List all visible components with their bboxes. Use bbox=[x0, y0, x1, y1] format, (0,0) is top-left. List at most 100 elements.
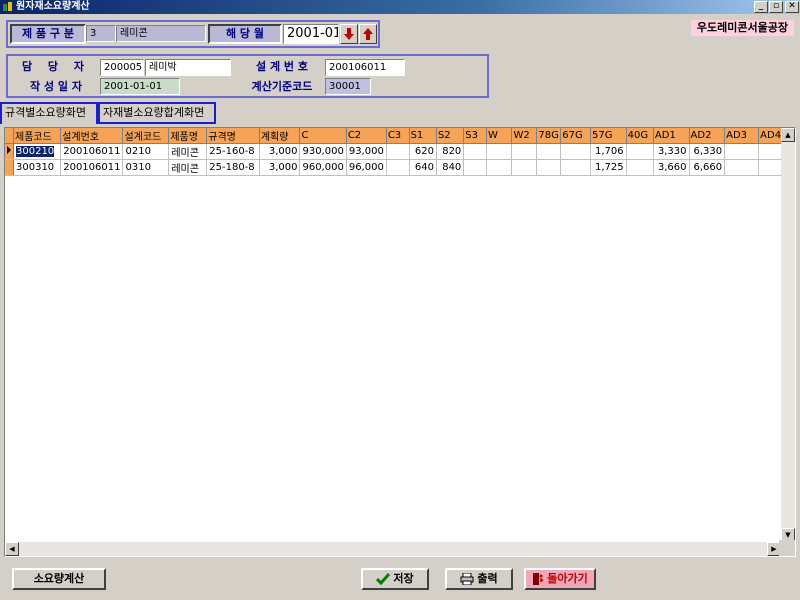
restore-button[interactable]: ▫ bbox=[769, 1, 783, 13]
row-indicator[interactable] bbox=[5, 159, 14, 176]
scroll-corner bbox=[779, 540, 795, 556]
table-cell[interactable]: 200106011 bbox=[60, 159, 124, 176]
table-row[interactable]: 300310 200106011 0310 레미콘 25-180-8 3,000 960,0… bbox=[5, 159, 795, 176]
save-button-label: 저장 bbox=[393, 572, 414, 585]
tab-spec-requirement[interactable]: 규격별소요량화면 bbox=[0, 102, 98, 124]
row-indicator-header bbox=[5, 128, 14, 144]
table-cell[interactable]: 640 bbox=[409, 159, 437, 176]
table-cell[interactable] bbox=[724, 143, 760, 160]
column-header[interactable]: 제품코드 bbox=[13, 128, 62, 144]
table-cell[interactable] bbox=[626, 159, 654, 176]
data-grid[interactable]: 제품코드 설계번호 설계코드 제품명 규격명 계획량 C C2 C3 S1 S2 S3 W W2 78G 67… bbox=[4, 127, 796, 557]
table-cell[interactable]: 25-160-8 bbox=[206, 143, 260, 160]
table-cell[interactable]: 25-180-8 bbox=[206, 159, 260, 176]
table-cell[interactable] bbox=[386, 143, 410, 160]
table-cell[interactable] bbox=[463, 159, 487, 176]
scroll-left-icon[interactable]: ◀ bbox=[5, 542, 19, 556]
vertical-scrollbar[interactable]: ▲ ▼ bbox=[781, 128, 795, 542]
column-header[interactable]: 설계번호 bbox=[60, 128, 124, 144]
table-cell[interactable]: 0310 bbox=[122, 159, 170, 176]
window-title: 원자재소요량계산 bbox=[16, 1, 90, 12]
table-cell[interactable]: 1,706 bbox=[590, 143, 627, 160]
table-cell[interactable]: 93,000 bbox=[346, 143, 387, 160]
column-header[interactable]: 78G bbox=[536, 128, 562, 144]
column-header[interactable]: W2 bbox=[511, 128, 538, 144]
column-header[interactable]: 계획량 bbox=[259, 128, 301, 144]
column-header[interactable]: AD3 bbox=[724, 128, 760, 144]
current-row-indicator-icon[interactable] bbox=[5, 143, 14, 160]
grid-table: 제품코드 설계번호 설계코드 제품명 규격명 계획량 C C2 C3 S1 S2 S3 W W2 78G 67… bbox=[5, 128, 795, 176]
table-cell[interactable]: 6,660 bbox=[689, 159, 726, 176]
table-cell[interactable]: 300310 bbox=[13, 159, 62, 176]
minimize-button[interactable]: _ bbox=[754, 1, 768, 13]
save-button[interactable]: 저장 bbox=[361, 568, 429, 590]
month-field[interactable]: 2001-01 bbox=[283, 24, 339, 44]
tab-material-total[interactable]: 자재별소요량합계화면 bbox=[98, 102, 216, 124]
horizontal-scrollbar[interactable]: ◀ ▶ bbox=[5, 542, 781, 556]
table-cell[interactable]: 0210 bbox=[122, 143, 170, 160]
table-cell[interactable]: 840 bbox=[436, 159, 465, 176]
table-row[interactable]: 300210 200106011 0210 레미콘 25-160-8 3,000 930,0… bbox=[5, 143, 795, 160]
table-cell[interactable]: 200106011 bbox=[60, 143, 124, 160]
date-field[interactable]: 2001-01-01 bbox=[100, 78, 180, 95]
column-header[interactable]: 설계코드 bbox=[122, 128, 170, 144]
table-cell[interactable] bbox=[511, 159, 538, 176]
column-header[interactable]: C2 bbox=[346, 128, 387, 144]
table-cell[interactable] bbox=[536, 159, 562, 176]
column-header[interactable]: 규격명 bbox=[206, 128, 260, 144]
table-cell[interactable] bbox=[536, 143, 562, 160]
table-cell[interactable] bbox=[486, 159, 513, 176]
product-type-name-field[interactable]: 레미콘 bbox=[116, 25, 206, 42]
table-cell[interactable]: 3,330 bbox=[653, 143, 690, 160]
column-header[interactable]: C bbox=[299, 128, 347, 144]
table-cell[interactable]: 3,000 bbox=[259, 159, 301, 176]
column-header[interactable]: 67G bbox=[560, 128, 592, 144]
column-header[interactable]: S2 bbox=[436, 128, 465, 144]
manager-name-field[interactable]: 레미박 bbox=[145, 59, 231, 76]
product-type-code-field[interactable]: 3 bbox=[86, 25, 116, 42]
column-header[interactable]: S1 bbox=[409, 128, 437, 144]
manager-code-field[interactable]: 200005 bbox=[100, 59, 144, 76]
table-cell[interactable]: 930,000 bbox=[299, 143, 347, 160]
column-header[interactable]: AD2 bbox=[689, 128, 726, 144]
table-cell[interactable] bbox=[463, 143, 487, 160]
table-cell[interactable] bbox=[386, 159, 410, 176]
design-no-label: 설 계 번 호 bbox=[256, 60, 308, 73]
table-cell[interactable] bbox=[560, 143, 592, 160]
calc-code-field[interactable]: 30001 bbox=[325, 78, 371, 95]
table-cell[interactable] bbox=[724, 159, 760, 176]
table-cell[interactable]: 6,330 bbox=[689, 143, 726, 160]
month-up-button[interactable] bbox=[359, 24, 377, 44]
grid-header-row: 제품코드 설계번호 설계코드 제품명 규격명 계획량 C C2 C3 S1 S2 S3 W W2 78G 67… bbox=[5, 128, 795, 144]
table-cell[interactable]: 레미콘 bbox=[168, 143, 208, 160]
table-cell[interactable]: 820 bbox=[436, 143, 465, 160]
table-cell[interactable] bbox=[560, 159, 592, 176]
table-cell[interactable]: 620 bbox=[409, 143, 437, 160]
table-cell[interactable] bbox=[511, 143, 538, 160]
table-cell[interactable]: 96,000 bbox=[346, 159, 387, 176]
table-cell[interactable]: 3,000 bbox=[259, 143, 301, 160]
column-header[interactable]: S3 bbox=[463, 128, 487, 144]
print-button[interactable]: 출력 bbox=[445, 568, 513, 590]
calc-button[interactable]: 소요량계산 bbox=[12, 568, 106, 590]
back-button[interactable]: 돌아가기 bbox=[524, 568, 596, 590]
table-cell[interactable] bbox=[486, 143, 513, 160]
month-down-button[interactable] bbox=[340, 24, 358, 44]
table-cell[interactable]: 3,660 bbox=[653, 159, 690, 176]
table-cell[interactable]: 960,000 bbox=[299, 159, 347, 176]
scroll-up-icon[interactable]: ▲ bbox=[781, 128, 795, 142]
column-header[interactable]: 제품명 bbox=[168, 128, 208, 144]
column-header[interactable]: 40G bbox=[626, 128, 654, 144]
table-cell[interactable]: 300210 bbox=[13, 143, 62, 160]
column-header[interactable]: W bbox=[486, 128, 513, 144]
column-header[interactable]: C3 bbox=[386, 128, 410, 144]
column-header[interactable]: 57G bbox=[590, 128, 627, 144]
table-cell[interactable]: 레미콘 bbox=[168, 159, 208, 176]
table-cell[interactable] bbox=[626, 143, 654, 160]
close-button[interactable]: ✕ bbox=[785, 1, 799, 13]
design-no-field[interactable]: 200106011 bbox=[325, 59, 405, 76]
table-cell[interactable]: 1,725 bbox=[590, 159, 627, 176]
selected-cell-text: 300210 bbox=[16, 146, 55, 157]
exit-door-icon bbox=[533, 573, 544, 585]
column-header[interactable]: AD1 bbox=[653, 128, 690, 144]
